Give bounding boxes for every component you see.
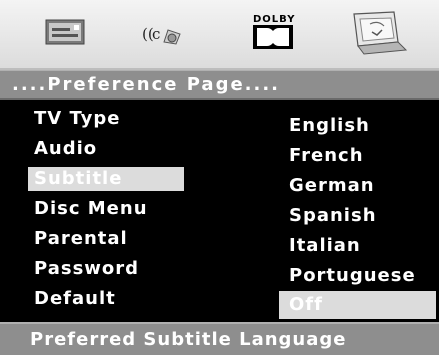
menu-item-audio[interactable]: Audio bbox=[34, 137, 97, 161]
page-title-bar: ....Preference Page.... bbox=[0, 70, 439, 100]
dolby-label: DOLBY bbox=[253, 14, 296, 25]
option-french[interactable]: French bbox=[289, 144, 364, 168]
option-off[interactable]: Off bbox=[279, 291, 436, 319]
menu-item-password[interactable]: Password bbox=[34, 257, 139, 281]
option-spanish[interactable]: Spanish bbox=[289, 204, 377, 228]
menu-item-disc-menu[interactable]: Disc Menu bbox=[34, 197, 148, 221]
dolby-icon[interactable]: DOLBY bbox=[249, 12, 301, 56]
option-portuguese[interactable]: Portuguese bbox=[289, 264, 416, 288]
status-text: Preferred Subtitle Language bbox=[30, 329, 347, 350]
menu-area: TV Type Audio Subtitle Disc Menu Parenta… bbox=[0, 100, 439, 322]
preference-monitor-icon[interactable] bbox=[348, 10, 408, 60]
osd-toolbar: (( c DOLBY bbox=[0, 0, 439, 70]
audio-speaker-icon[interactable]: (( c bbox=[142, 18, 184, 52]
menu-item-subtitle[interactable]: Subtitle bbox=[28, 167, 184, 191]
menu-item-tv-type[interactable]: TV Type bbox=[34, 107, 120, 131]
option-english[interactable]: English bbox=[289, 114, 370, 138]
page-title: ....Preference Page.... bbox=[12, 74, 281, 95]
menu-item-default[interactable]: Default bbox=[34, 287, 116, 311]
option-italian[interactable]: Italian bbox=[289, 234, 361, 258]
svg-text:c: c bbox=[152, 25, 160, 43]
option-german[interactable]: German bbox=[289, 174, 375, 198]
menu-item-parental[interactable]: Parental bbox=[34, 227, 128, 251]
status-bar: Preferred Subtitle Language bbox=[0, 322, 439, 355]
tv-setup-icon[interactable] bbox=[44, 16, 88, 54]
